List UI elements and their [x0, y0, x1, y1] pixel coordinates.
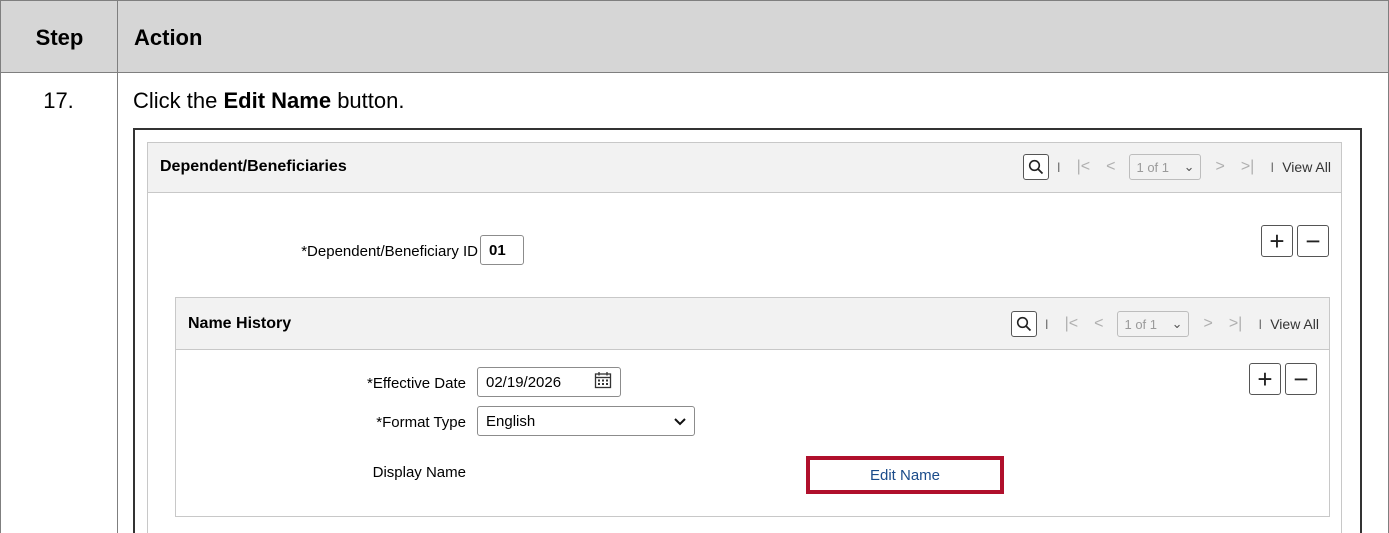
dependent-panel-title: Dependent/Beneficiaries	[160, 158, 347, 175]
name-history-panel: Name History I |< < 1 of 1 ⌄ > >| I View …	[175, 297, 1330, 517]
left-border	[0, 0, 1, 533]
header-action: Action	[134, 24, 203, 50]
step-number: 17.	[43, 88, 74, 113]
last-page-icon[interactable]: >|	[1229, 315, 1243, 333]
display-name-label: Display Name	[372, 464, 466, 481]
name-history-header: Name History I |< < 1 of 1 ⌄ > >| I View …	[176, 298, 1329, 350]
last-page-icon[interactable]: >|	[1241, 158, 1255, 176]
dependent-pager: I |< < 1 of 1 ⌄ > >| I View All	[1022, 154, 1331, 180]
chevron-down-icon	[674, 413, 686, 430]
instruction-bold: Edit Name	[223, 88, 332, 113]
format-type-select[interactable]: English	[477, 406, 695, 436]
chevron-down-icon: ⌄	[1183, 159, 1195, 174]
dependent-row-buttons: + −	[1261, 225, 1329, 257]
next-page-icon[interactable]: >	[1203, 315, 1212, 333]
table-header: Step Action	[0, 0, 1389, 73]
add-row-icon[interactable]: +	[1261, 225, 1293, 257]
dependent-panel: Dependent/Beneficiaries I |< < 1 of 1 ⌄ >…	[147, 142, 1342, 533]
search-icon[interactable]	[1022, 154, 1049, 180]
effective-date-field[interactable]: 02/19/2026	[477, 367, 621, 397]
delete-row-icon[interactable]: −	[1285, 363, 1317, 395]
name-row-buttons: + −	[1249, 363, 1317, 395]
calendar-icon[interactable]	[594, 371, 612, 393]
dependent-id-label: *Dependent/Beneficiary ID	[301, 243, 478, 260]
delete-row-icon[interactable]: −	[1297, 225, 1329, 257]
format-type-label: *Format Type	[376, 414, 466, 431]
column-divider	[117, 0, 118, 533]
screenshot-frame: Dependent/Beneficiaries I |< < 1 of 1 ⌄ >…	[133, 128, 1362, 533]
search-icon[interactable]	[1010, 311, 1037, 337]
first-page-icon[interactable]: |<	[1077, 158, 1091, 176]
edit-name-button[interactable]: Edit Name	[806, 456, 1004, 494]
header-step: Step	[35, 24, 84, 50]
procedure-table: Step Action 17. Click the Edit Name butt…	[0, 0, 1389, 533]
first-page-icon[interactable]: |<	[1065, 315, 1079, 333]
view-all-link[interactable]: View All	[1270, 316, 1319, 332]
add-row-icon[interactable]: +	[1249, 363, 1281, 395]
pager-select[interactable]: 1 of 1 ⌄	[1129, 154, 1202, 180]
effective-date-label: *Effective Date	[367, 375, 466, 392]
name-history-title: Name History	[188, 315, 292, 332]
instruction-text: Click the Edit Name button.	[133, 88, 405, 113]
prev-page-icon[interactable]: <	[1106, 158, 1115, 176]
name-history-pager: I |< < 1 of 1 ⌄ > >| I View All	[1010, 311, 1319, 337]
next-page-icon[interactable]: >	[1215, 158, 1224, 176]
pager-select[interactable]: 1 of 1 ⌄	[1117, 311, 1190, 337]
prev-page-icon[interactable]: <	[1094, 315, 1103, 333]
chevron-down-icon: ⌄	[1171, 316, 1183, 331]
dependent-panel-header: Dependent/Beneficiaries I |< < 1 of 1 ⌄ >…	[148, 143, 1341, 193]
dependent-id-field[interactable]: 01	[480, 235, 524, 265]
view-all-link[interactable]: View All	[1282, 159, 1331, 175]
